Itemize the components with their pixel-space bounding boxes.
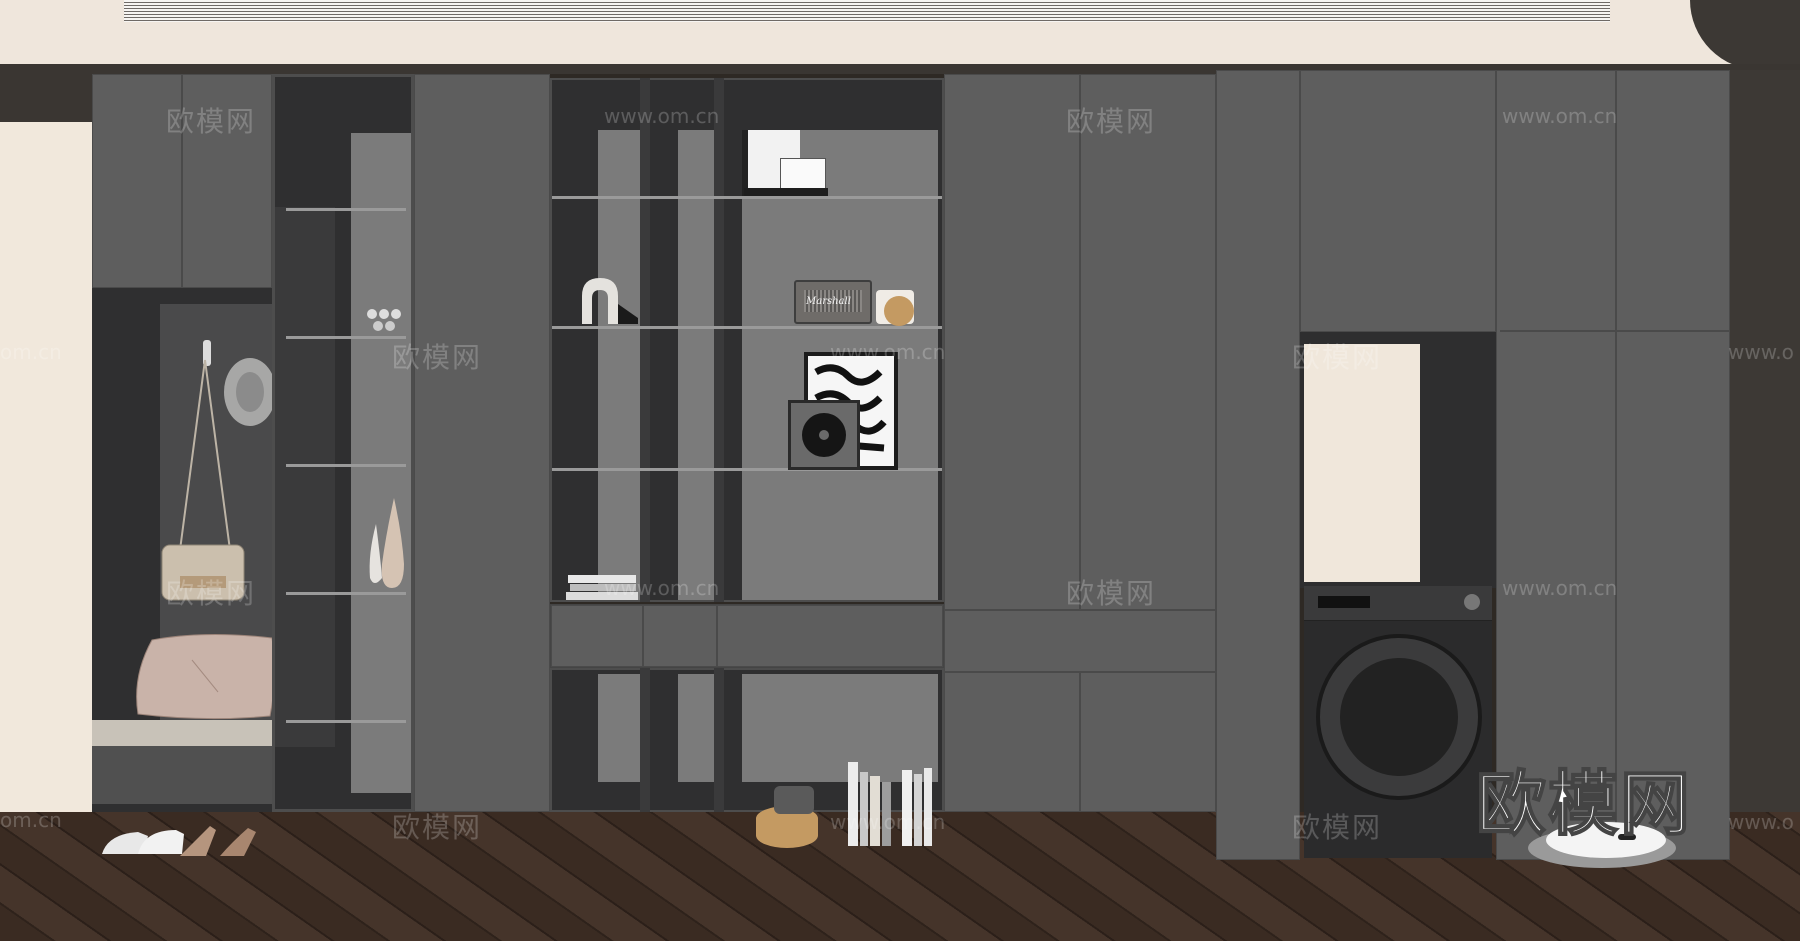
wardrobe-lower-door <box>944 672 1080 812</box>
bench-drawer <box>92 746 272 804</box>
tall-side-panel <box>1216 70 1300 860</box>
shelf <box>552 196 942 199</box>
shelf <box>286 464 406 467</box>
watermark-url: www.om.cn <box>604 104 720 128</box>
speaker: Marshall <box>794 280 872 324</box>
watermark-text: 欧模网 <box>1292 341 1383 374</box>
hat-icon <box>224 358 276 426</box>
open-shelving-unit <box>272 74 414 812</box>
watermark-url: www.o <box>1728 340 1794 364</box>
wall-opening <box>1304 344 1420 582</box>
pillow-icon <box>136 633 276 720</box>
decor-balls-icon <box>367 309 401 331</box>
speaker-brand-label: Marshall <box>806 296 851 307</box>
watermark-text: 欧模网 <box>166 105 257 138</box>
washer-knob <box>1464 594 1480 610</box>
watermark-url: www.om.cn <box>1502 576 1618 600</box>
shelf <box>286 592 406 595</box>
shelf-back-panel <box>598 674 640 782</box>
drawer <box>551 605 643 667</box>
drawer-row <box>550 604 944 668</box>
air-vent <box>124 0 1610 22</box>
washer-display <box>1318 596 1370 608</box>
watermark-text: 欧模网 <box>392 811 483 844</box>
right-wall <box>1730 70 1800 870</box>
shelf-divider <box>714 668 724 812</box>
watermark-text: 欧模网 <box>1066 577 1157 610</box>
tall-cabinet-door <box>1496 70 1616 860</box>
watermark-logo: 欧模网 <box>1475 762 1692 846</box>
tall-cabinet-door <box>1616 70 1730 860</box>
lidded-box <box>774 786 814 814</box>
shelf <box>286 208 406 211</box>
book-base <box>744 188 828 196</box>
shoes-icon <box>102 826 256 856</box>
watermark-url: www.om.cn <box>830 810 946 834</box>
watermark-url: www.o <box>1728 810 1794 834</box>
wardrobe-door <box>1080 74 1216 610</box>
left-wall-dark <box>0 74 92 122</box>
watermark-url: www.om.cn <box>604 576 720 600</box>
shelf-divider <box>275 207 335 747</box>
shelf-back-panel <box>351 133 411 793</box>
watermark-url: om.cn <box>0 808 62 832</box>
drawer <box>643 605 717 667</box>
wardrobe-drawer <box>944 610 1216 672</box>
watermark-text: 欧模网 <box>1292 811 1383 844</box>
shelf-divider <box>714 78 724 602</box>
laundry-upper-cabinet <box>1300 70 1496 332</box>
sculpture-icon <box>582 278 638 324</box>
watermark-text: 欧模网 <box>166 577 257 610</box>
vase-icon <box>369 498 404 588</box>
watermark-url: www.om.cn <box>1502 104 1618 128</box>
panel-seam <box>1500 330 1730 332</box>
watermark-text: 欧模网 <box>1066 105 1157 138</box>
watermark-url: www.om.cn <box>830 340 946 364</box>
bench-cushion <box>92 720 272 746</box>
shelf-divider <box>640 78 650 602</box>
washer-window <box>1340 658 1458 776</box>
wardrobe-lower-door <box>1080 672 1216 812</box>
shelf <box>286 336 406 339</box>
watermark-text: 欧模网 <box>392 341 483 374</box>
watermark-url: om.cn <box>0 340 62 364</box>
vinyl-record-frame-icon <box>788 400 860 470</box>
shelf-divider <box>640 668 650 812</box>
photo-frame <box>780 158 826 190</box>
shelf-back-panel <box>598 130 640 600</box>
shelf <box>552 326 942 329</box>
wardrobe-door <box>944 74 1080 610</box>
interior-scene: Marshall 欧模网 www.om.cn 欧模网 www.om.cn om.… <box>0 0 1800 941</box>
drawer <box>717 605 943 667</box>
candle-lid <box>884 296 914 326</box>
shelf <box>286 720 406 723</box>
left-wall-cream <box>0 122 92 812</box>
tall-door <box>414 74 550 812</box>
